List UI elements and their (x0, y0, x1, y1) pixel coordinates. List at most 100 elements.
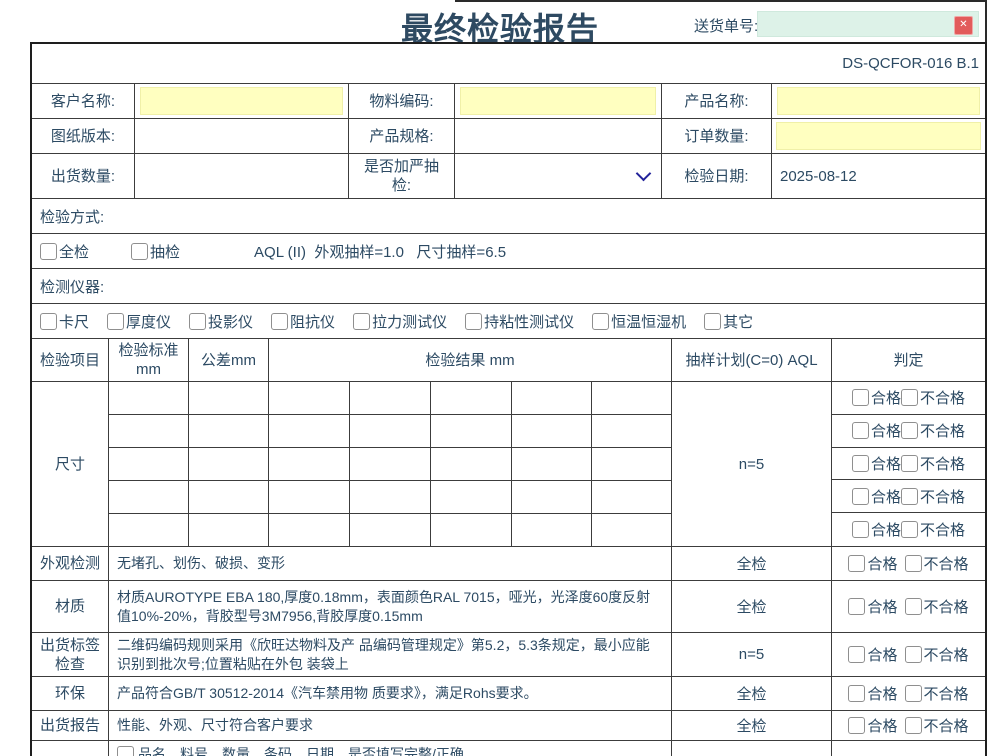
fail-checkbox[interactable] (901, 521, 918, 538)
instrument-option-thickness-gauge[interactable]: 厚度仪 (107, 311, 171, 332)
result-cell[interactable] (592, 514, 672, 547)
pass-checkbox[interactable] (852, 521, 869, 538)
pass-checkbox[interactable] (852, 455, 869, 472)
other-instrument-label: 其它 (723, 311, 753, 332)
strict-sampling-dropdown[interactable] (455, 154, 662, 198)
full-inspection-checkbox[interactable] (40, 243, 57, 260)
drawing-version-field[interactable] (135, 119, 349, 153)
pass-checkbox[interactable] (852, 389, 869, 406)
result-cell[interactable] (512, 481, 592, 514)
result-cell[interactable] (350, 448, 431, 481)
fail-checkbox[interactable] (905, 717, 922, 734)
adhesion-tester-checkbox[interactable] (465, 313, 482, 330)
result-cell[interactable] (592, 481, 672, 514)
result-cell[interactable] (592, 448, 672, 481)
delivery-no-label: 送货单号: (694, 15, 758, 36)
result-cell[interactable] (431, 481, 512, 514)
result-cell[interactable] (109, 481, 189, 514)
result-cell[interactable] (512, 514, 592, 547)
product-spec-label: 产品规格: (349, 119, 455, 153)
inspection-date-value[interactable]: 2025-08-12 (772, 154, 985, 198)
result-cell[interactable] (109, 415, 189, 448)
result-cell[interactable] (431, 514, 512, 547)
close-icon[interactable]: ✕ (954, 16, 973, 35)
result-cell[interactable] (350, 481, 431, 514)
result-cell[interactable] (109, 514, 189, 547)
result-cell[interactable] (512, 382, 592, 415)
result-cell[interactable] (269, 415, 350, 448)
env-sampling: 全检 (672, 677, 832, 710)
result-cell[interactable] (189, 382, 269, 415)
result-cell[interactable] (269, 481, 350, 514)
pass-checkbox[interactable] (852, 422, 869, 439)
fail-checkbox[interactable] (905, 685, 922, 702)
pass-checkbox[interactable] (848, 717, 865, 734)
material-code-field[interactable] (460, 87, 656, 115)
result-cell[interactable] (189, 448, 269, 481)
result-cell[interactable] (189, 514, 269, 547)
appearance-item-label: 外观检测 (32, 547, 109, 580)
result-cell[interactable] (350, 514, 431, 547)
instrument-option-adhesion-tester[interactable]: 持粘性测试仪 (465, 311, 574, 332)
fail-label: 不合格 (920, 519, 965, 540)
result-cell[interactable] (269, 448, 350, 481)
partial-checkbox[interactable] (117, 746, 134, 756)
result-cell[interactable] (350, 415, 431, 448)
pass-checkbox[interactable] (848, 685, 865, 702)
instrument-option-other[interactable]: 其它 (704, 311, 753, 332)
result-cell[interactable] (189, 415, 269, 448)
result-cell[interactable] (592, 382, 672, 415)
thickness-gauge-checkbox[interactable] (107, 313, 124, 330)
result-cell[interactable] (109, 382, 189, 415)
ship-qty-field[interactable] (135, 154, 349, 198)
label-check-sampling: n=5 (672, 633, 832, 676)
caliper-checkbox[interactable] (40, 313, 57, 330)
instrument-option-caliper[interactable]: 卡尺 (40, 311, 89, 332)
delivery-no-input[interactable]: ✕ (757, 11, 979, 37)
result-cell[interactable] (269, 514, 350, 547)
other-instrument-checkbox[interactable] (704, 313, 721, 330)
material-desc: 材质AUROTYPE EBA 180,厚度0.18mm，表面颜色RAL 7015… (109, 581, 672, 632)
fail-checkbox[interactable] (901, 455, 918, 472)
result-cell[interactable] (431, 415, 512, 448)
pass-checkbox[interactable] (848, 555, 865, 572)
result-cell[interactable] (269, 382, 350, 415)
fail-checkbox[interactable] (901, 422, 918, 439)
product-spec-field[interactable] (455, 119, 662, 153)
order-qty-field[interactable] (776, 122, 981, 150)
full-inspection-option[interactable]: 全检 (40, 241, 89, 262)
fail-checkbox[interactable] (901, 389, 918, 406)
sampling-inspection-checkbox[interactable] (131, 243, 148, 260)
fail-checkbox[interactable] (901, 488, 918, 505)
product-name-field[interactable] (777, 87, 980, 115)
pass-checkbox[interactable] (848, 598, 865, 615)
pass-checkbox[interactable] (848, 646, 865, 663)
humidity-chamber-label: 恒温恒湿机 (611, 311, 686, 332)
sampling-inspection-option[interactable]: 抽检 (131, 241, 180, 262)
result-cell[interactable] (109, 448, 189, 481)
tension-tester-checkbox[interactable] (353, 313, 370, 330)
caliper-label: 卡尺 (59, 311, 89, 332)
instrument-option-impedance-tester[interactable]: 阻抗仪 (271, 311, 335, 332)
pass-checkbox[interactable] (852, 488, 869, 505)
result-cell[interactable] (512, 415, 592, 448)
projector-checkbox[interactable] (189, 313, 206, 330)
instrument-option-projector[interactable]: 投影仪 (189, 311, 253, 332)
fail-checkbox[interactable] (905, 646, 922, 663)
pass-label: 合格 (871, 519, 901, 540)
instrument-option-tension-tester[interactable]: 拉力测试仪 (353, 311, 447, 332)
humidity-chamber-checkbox[interactable] (592, 313, 609, 330)
fail-checkbox[interactable] (905, 555, 922, 572)
result-cell[interactable] (431, 382, 512, 415)
result-cell[interactable] (350, 382, 431, 415)
result-cell[interactable] (592, 415, 672, 448)
result-cell[interactable] (431, 448, 512, 481)
instrument-option-humidity-chamber[interactable]: 恒温恒湿机 (592, 311, 686, 332)
customer-name-field[interactable] (140, 87, 343, 115)
env-judgment: 合格不合格 (832, 677, 985, 710)
impedance-tester-checkbox[interactable] (271, 313, 288, 330)
result-cell[interactable] (512, 448, 592, 481)
fail-checkbox[interactable] (905, 598, 922, 615)
env-desc: 产品符合GB/T 30512-2014《汽车禁用物 质要求》，满足Rohs要求。 (109, 677, 672, 710)
result-cell[interactable] (189, 481, 269, 514)
